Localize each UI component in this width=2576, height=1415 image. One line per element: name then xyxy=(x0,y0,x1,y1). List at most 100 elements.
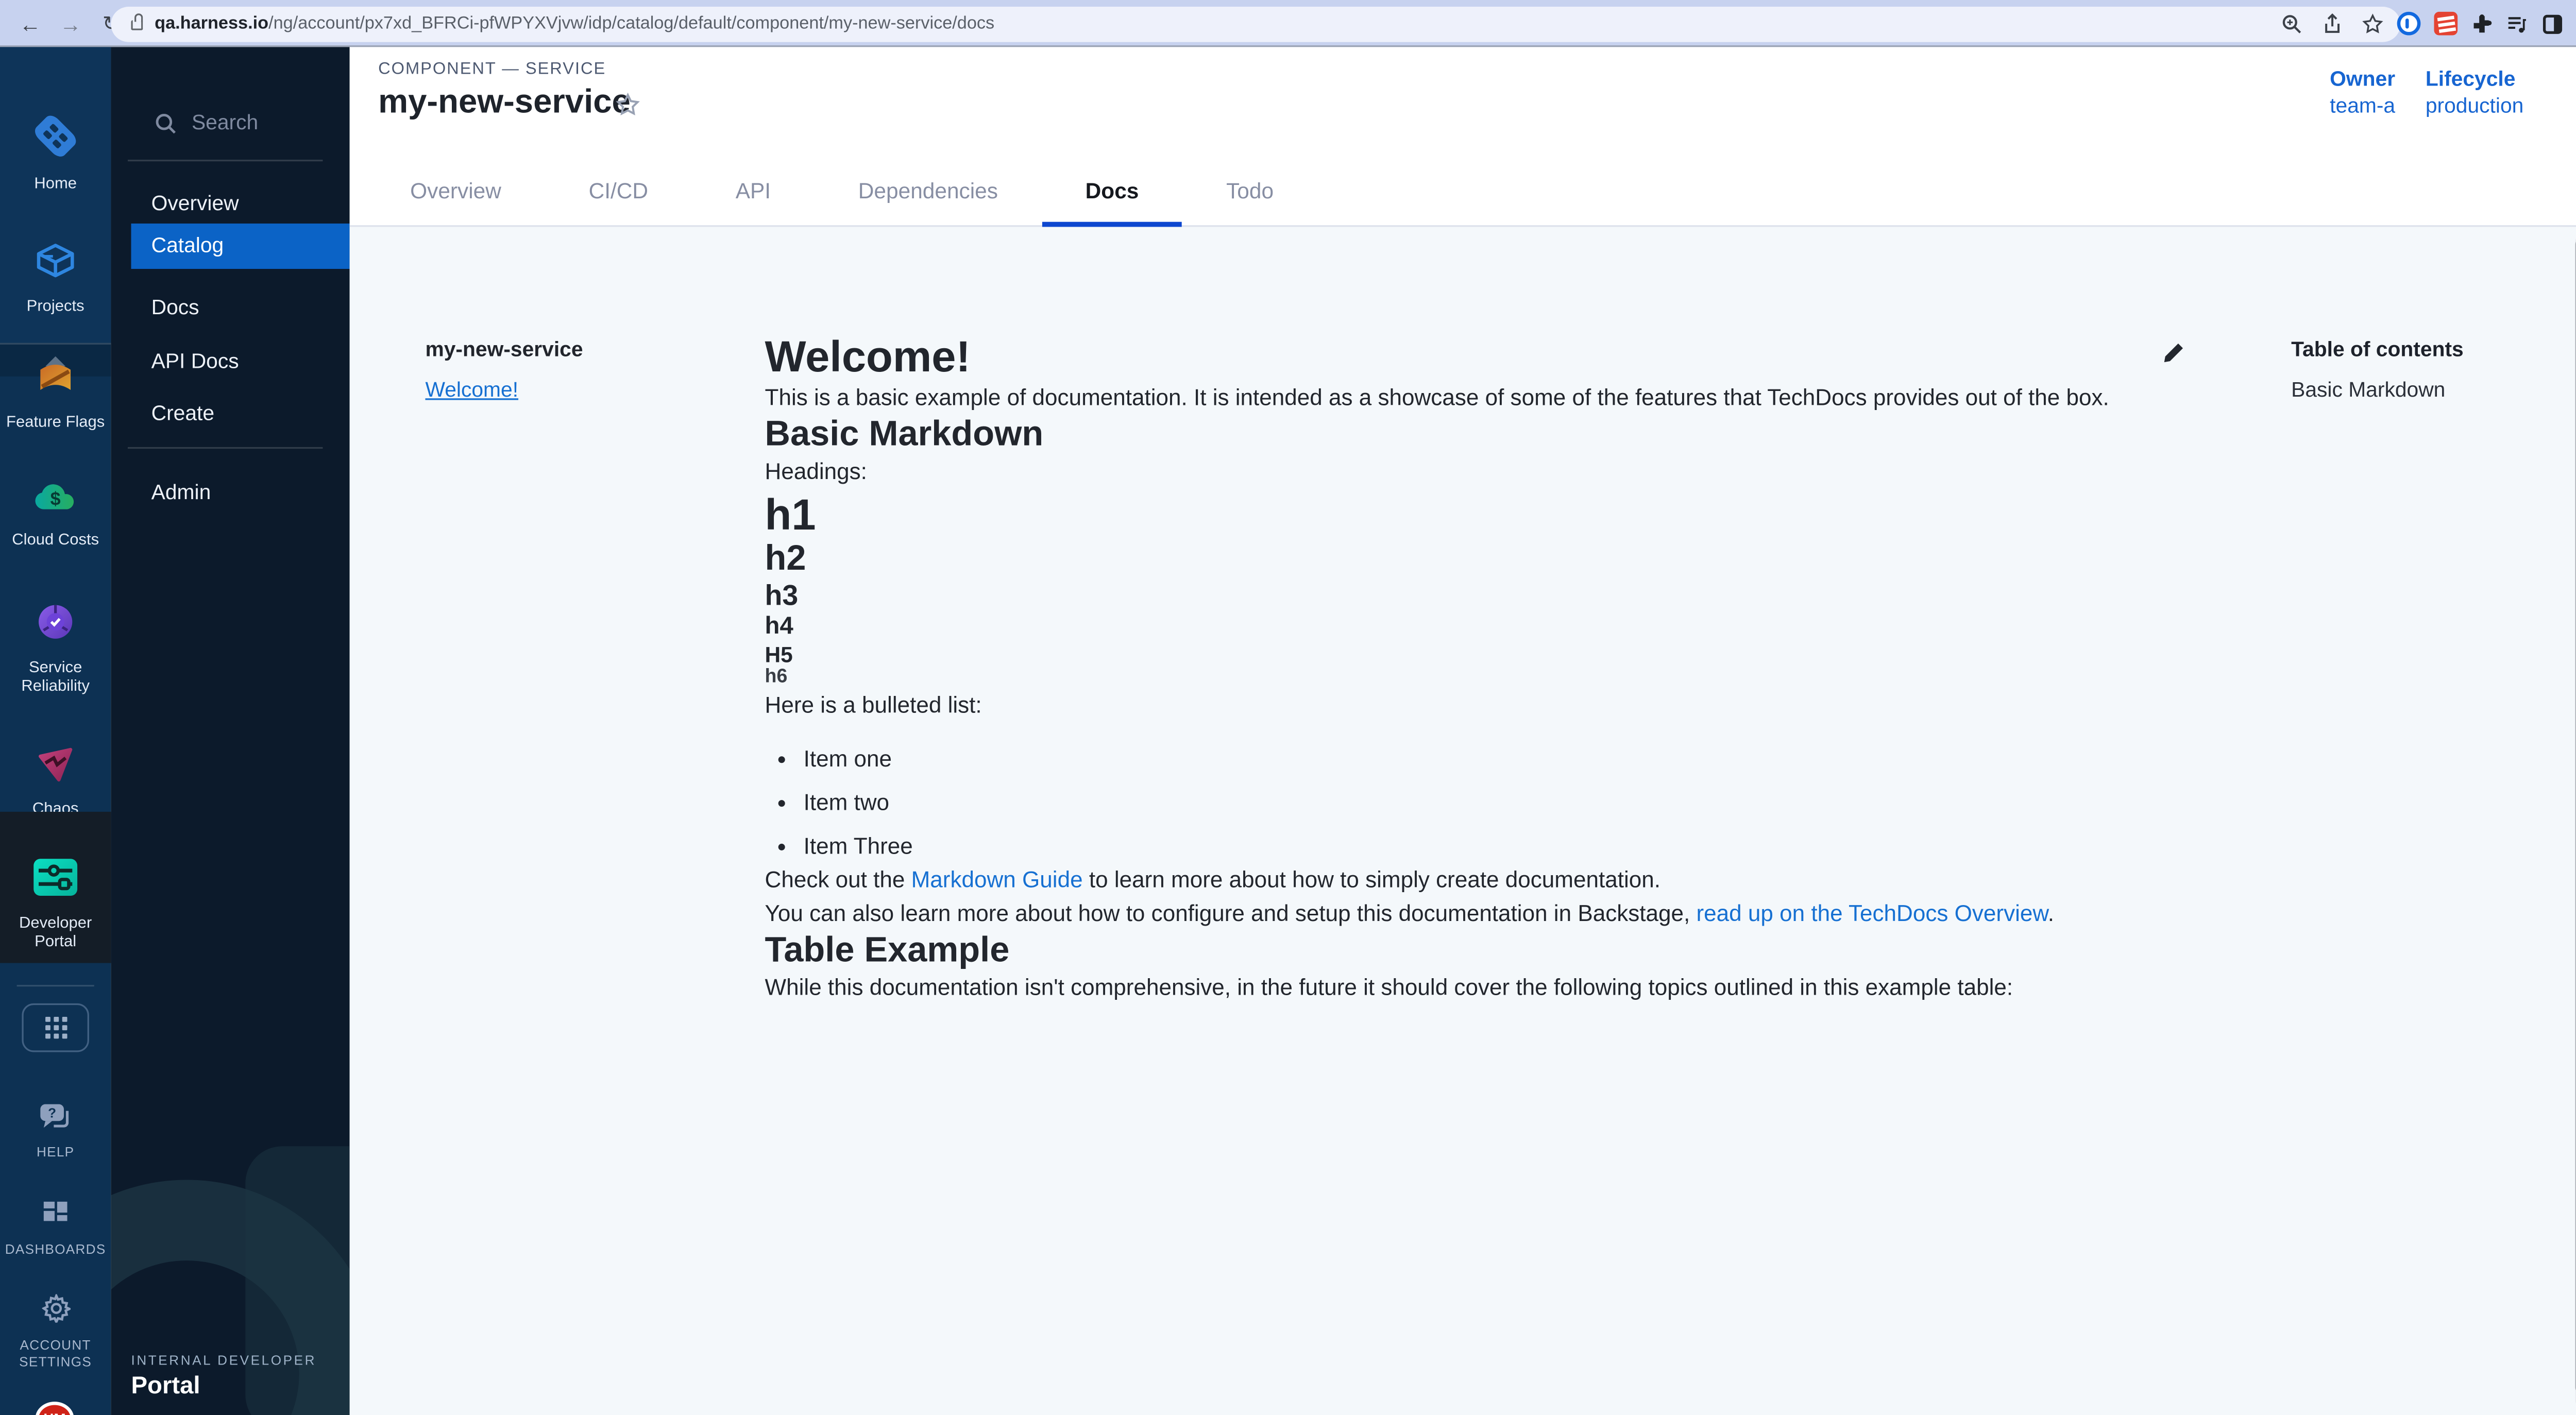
sidebar-footer: INTERNAL DEVELOPER Portal xyxy=(131,1353,316,1400)
tab-docs[interactable]: Docs xyxy=(1042,158,1182,226)
rail-item-feature-flags[interactable]: Feature Flags xyxy=(0,363,111,432)
techdocs-overview-link[interactable]: read up on the TechDocs Overview xyxy=(1696,901,2047,926)
backstage-paragraph: You can also learn more about how to con… xyxy=(765,897,2174,931)
search-icon xyxy=(155,112,176,133)
tab-dependencies[interactable]: Dependencies xyxy=(815,158,1042,226)
user-avatar[interactable]: HM xyxy=(36,1402,74,1415)
rail-item-chaos[interactable]: Chaos xyxy=(0,746,111,819)
headings-label: Headings: xyxy=(765,455,2174,489)
playlist-icon[interactable] xyxy=(2505,12,2527,34)
sidebar-item-docs[interactable]: Docs xyxy=(111,286,349,331)
doc-title: Welcome! xyxy=(765,331,2174,382)
guide-paragraph: Check out the Markdown Guide to learn mo… xyxy=(765,864,2174,897)
doc-article: Welcome! This is a basic example of docu… xyxy=(765,227,2174,1005)
tab-overview[interactable]: Overview xyxy=(366,158,545,226)
rail-item-account-settings[interactable]: ACCOUNT SETTINGS xyxy=(0,1294,111,1371)
rail-item-cloud-costs[interactable]: $ Service Reliability Cloud Costs xyxy=(0,481,111,550)
rail-item-service-reliability[interactable]: Service Reliability xyxy=(0,602,111,696)
rail-item-dashboards[interactable]: DASHBOARDS xyxy=(0,1200,111,1259)
idp-sidebar: Search Overview Catalog Docs API Docs Cr… xyxy=(111,47,349,1415)
table-of-contents: Table of contents Basic Markdown xyxy=(2291,338,2464,402)
grid-icon xyxy=(44,1017,66,1038)
docs-nav: my-new-service Welcome! xyxy=(425,338,583,405)
help-chat-icon: ? xyxy=(39,1102,72,1129)
back-icon[interactable]: ← xyxy=(13,7,47,40)
screen: ← → ↻ qa.harness.io/ng/account/px7xd_BFR… xyxy=(0,0,2576,1415)
dashboards-icon xyxy=(42,1200,69,1227)
docs-nav-link-welcome[interactable]: Welcome! xyxy=(425,378,518,402)
feature-flags-icon xyxy=(36,363,76,397)
active-tab-indicator xyxy=(1042,222,1182,227)
svg-text:$: $ xyxy=(50,488,61,509)
docs-content: my-new-service Welcome! Welcome! This is… xyxy=(350,227,2576,1415)
harness-home-icon xyxy=(30,114,81,158)
bulleted-list: Item one Item two Item Three xyxy=(765,743,2174,864)
rail-item-home[interactable]: Home xyxy=(0,114,111,193)
todoist-extension-icon[interactable] xyxy=(2433,12,2457,36)
list-item: Item one xyxy=(804,743,2174,776)
list-item: Item two xyxy=(804,787,2174,820)
sidebar-item-admin[interactable]: Admin xyxy=(111,471,349,516)
breadcrumb: COMPONENT — SERVICE xyxy=(378,60,606,79)
svg-text:?: ? xyxy=(48,1105,56,1121)
sidebar-item-api-docs[interactable]: API Docs xyxy=(111,339,349,385)
onepassword-extension-icon[interactable] xyxy=(2396,12,2420,36)
sidebar-item-overview[interactable]: Overview xyxy=(111,181,349,227)
h4-sample: h4 xyxy=(765,613,2174,642)
sidebar-item-catalog[interactable]: Catalog xyxy=(131,224,349,269)
lock-icon xyxy=(131,20,143,30)
entity-meta: Owner team-a Lifecycle production xyxy=(2330,67,2523,118)
tab-api[interactable]: API xyxy=(692,158,815,226)
rail-item-projects[interactable]: Projects xyxy=(0,241,111,316)
forward-icon[interactable]: → xyxy=(54,7,87,40)
zoom-icon[interactable] xyxy=(2281,12,2303,34)
owner-label: Owner xyxy=(2330,67,2395,91)
chaos-icon xyxy=(36,746,76,783)
list-label: Here is a bulleted list: xyxy=(765,689,2174,723)
section-basic-markdown: Basic Markdown xyxy=(765,415,2174,455)
h5-sample: H5 xyxy=(765,642,2174,667)
entity-tabs: Overview CI/CD API Dependencies Docs Tod… xyxy=(366,158,1317,226)
toc-item-basic-markdown[interactable]: Basic Markdown xyxy=(2291,378,2464,402)
footer-title: Portal xyxy=(131,1373,316,1400)
markdown-guide-link[interactable]: Markdown Guide xyxy=(911,867,1083,893)
projects-icon xyxy=(33,241,77,281)
extensions-puzzle-icon[interactable] xyxy=(2470,12,2492,34)
rail-item-developer-portal[interactable]: Developer Portal xyxy=(0,812,111,963)
sidebar-item-create[interactable]: Create xyxy=(111,391,349,437)
sidebar-search[interactable]: Search xyxy=(155,111,258,134)
share-icon[interactable] xyxy=(2321,12,2343,34)
section-table-example: Table Example xyxy=(765,931,2174,971)
service-reliability-icon xyxy=(36,602,76,642)
page-title: my-new-service xyxy=(378,84,631,123)
h1-sample: h1 xyxy=(765,489,2174,539)
lifecycle-block: Lifecycle production xyxy=(2426,67,2523,118)
favorite-star-icon[interactable] xyxy=(615,92,640,117)
url-text[interactable]: qa.harness.io/ng/account/px7xd_BFRCi-pfW… xyxy=(155,13,994,33)
sidebar-toggle-icon[interactable] xyxy=(2541,12,2563,34)
table-intro: While this documentation isn't comprehen… xyxy=(765,971,2174,1005)
developer-portal-icon xyxy=(32,857,79,897)
lifecycle-label: Lifecycle xyxy=(2426,67,2523,91)
docs-nav-title: my-new-service xyxy=(425,338,583,362)
search-placeholder: Search xyxy=(192,111,258,134)
cloud-costs-icon: $ xyxy=(32,481,79,514)
tab-todo[interactable]: Todo xyxy=(1182,158,1317,226)
toc-title: Table of contents xyxy=(2291,338,2464,362)
module-rail: Home Projects Feature Flags $ xyxy=(0,47,111,1415)
module-switcher-button[interactable] xyxy=(22,1003,89,1052)
owner-value[interactable]: team-a xyxy=(2330,94,2395,118)
edit-pencil-icon[interactable] xyxy=(2162,341,2185,365)
lifecycle-value: production xyxy=(2426,94,2523,118)
doc-intro: This is a basic example of documentation… xyxy=(765,382,2174,415)
h3-sample: h3 xyxy=(765,580,2174,613)
owner-block: Owner team-a xyxy=(2330,67,2395,118)
rail-item-help[interactable]: ? HELP xyxy=(0,1102,111,1161)
tab-cicd[interactable]: CI/CD xyxy=(545,158,692,226)
browser-toolbar: ← → ↻ qa.harness.io/ng/account/px7xd_BFR… xyxy=(0,0,2576,47)
bookmark-star-icon[interactable] xyxy=(2362,12,2383,34)
h6-sample: h6 xyxy=(765,667,2174,689)
footer-eyebrow: INTERNAL DEVELOPER xyxy=(131,1353,316,1368)
address-bar[interactable]: qa.harness.io/ng/account/px7xd_BFRCi-pfW… xyxy=(111,6,2400,41)
gear-icon xyxy=(41,1294,70,1322)
